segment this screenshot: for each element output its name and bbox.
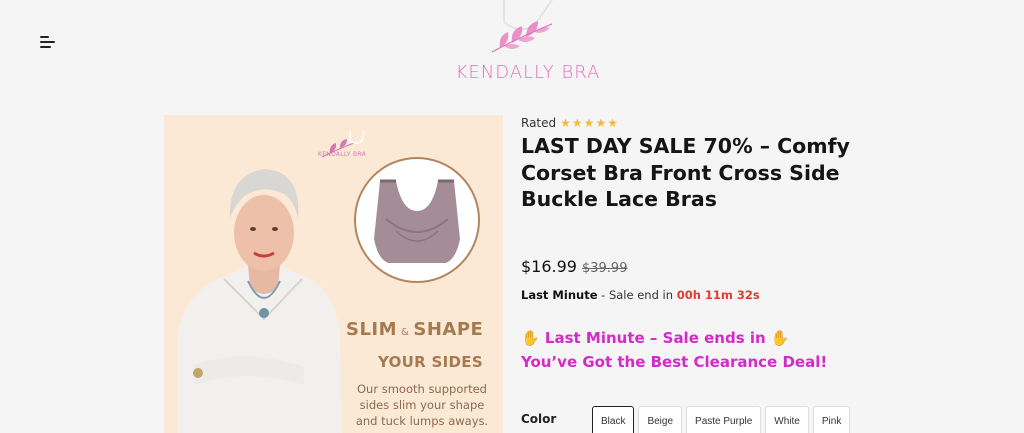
bra-product-icon — [374, 179, 460, 263]
headline-shape: SHAPE — [413, 319, 484, 340]
star-icon: ★ — [560, 116, 571, 130]
logo-text: KENDALLY BRA — [455, 62, 601, 83]
product-closeup — [354, 157, 480, 283]
hamburger-menu-button[interactable] — [40, 36, 56, 50]
color-option-black[interactable]: Black — [592, 406, 635, 433]
headline-amp: & — [401, 327, 410, 338]
raised-hand-icon: ✋ — [770, 329, 790, 347]
leaf-branch-icon — [491, 0, 553, 53]
headline-slim: SLIM — [346, 319, 398, 340]
image-headline: SLIM & SHAPE — [346, 319, 486, 340]
sale-countdown: Last Minute - Sale end in 00h 11m 32s — [521, 288, 760, 302]
image-caption: Our smooth supported sides slim your sha… — [355, 382, 489, 428]
rating-stars: ★ ★ ★ ★ ★ — [560, 116, 619, 130]
menu-line — [40, 46, 51, 48]
color-label: Color — [521, 412, 557, 426]
promo-line-2: You’ve Got the Best Clearance Deal! — [521, 353, 828, 371]
raised-hand-icon: ✋ — [521, 329, 540, 347]
color-option-beige[interactable]: Beige — [638, 406, 683, 433]
menu-line — [40, 36, 49, 38]
promo-line-1: ✋ Last Minute – Sale ends in ✋ — [521, 329, 790, 347]
price-current: $16.99 — [521, 257, 577, 276]
price-old: $39.99 — [581, 261, 628, 276]
color-option-paste-purple[interactable]: Paste Purple — [686, 406, 762, 433]
promo-text-1: Last Minute – Sale ends in — [544, 329, 766, 347]
countdown-label: Last Minute — [521, 288, 598, 302]
image-logo-icon — [321, 130, 365, 158]
color-option-white[interactable]: White — [765, 406, 809, 433]
star-icon: ★ — [595, 116, 607, 130]
product-price: $16.99 $39.99 — [521, 257, 627, 276]
countdown-text: - Sale end in — [601, 288, 674, 302]
rated-label: Rated — [521, 116, 557, 130]
menu-line — [40, 41, 55, 43]
color-options: Black Beige Paste Purple White Pink — [592, 406, 851, 433]
star-icon: ★ — [571, 116, 583, 130]
product-title: LAST DAY SALE 70% – Comfy Corset Bra Fro… — [521, 134, 850, 211]
image-subheadline: YOUR SIDES — [378, 353, 483, 371]
countdown-timer: 00h 11m 32s — [676, 288, 760, 302]
star-icon: ★ — [607, 116, 618, 130]
product-rating: Rated ★ ★ ★ ★ ★ — [521, 116, 619, 130]
product-image[interactable]: KENDALLY BRA SLIM & SHAPE YOUR SIDES Our s… — [164, 115, 503, 433]
image-brand-text: KENDALLY BRA — [317, 151, 367, 158]
color-option-pink[interactable]: Pink — [812, 406, 851, 433]
site-logo[interactable]: KENDALLY BRA — [440, 0, 616, 95]
star-icon: ★ — [583, 116, 595, 130]
